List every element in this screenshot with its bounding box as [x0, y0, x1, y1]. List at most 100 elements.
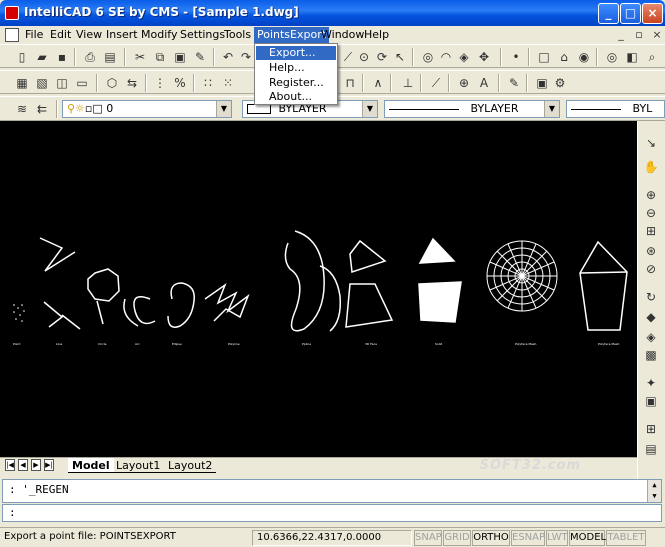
- zoom-extents-icon[interactable]: ⊛: [643, 243, 659, 259]
- command-history[interactable]: : '_REGEN ▲ ▼: [2, 479, 662, 503]
- chevron-down-icon[interactable]: ▼: [544, 101, 559, 117]
- point-icon[interactable]: •: [508, 49, 524, 65]
- block-icon[interactable]: ▭: [74, 75, 90, 91]
- pan-icon[interactable]: ✋: [643, 159, 659, 175]
- array-icon[interactable]: ⋮: [152, 75, 168, 91]
- properties-icon[interactable]: ✦: [643, 375, 659, 391]
- first-tab-icon[interactable]: |◀: [5, 459, 15, 471]
- table-icon[interactable]: ⊞: [643, 421, 659, 437]
- zoom-realtime-icon[interactable]: ↘: [643, 135, 659, 151]
- lineweight-dropdown[interactable]: BYL: [566, 100, 665, 118]
- print-preview-icon[interactable]: ▤: [102, 49, 118, 65]
- zoom-previous-icon[interactable]: ⊘: [643, 261, 659, 277]
- model-toggle[interactable]: MODEL: [569, 530, 606, 546]
- paste-icon[interactable]: ▣: [172, 49, 188, 65]
- snap-icon[interactable]: ⟋: [340, 49, 356, 65]
- tab-model[interactable]: Model: [68, 458, 114, 473]
- hatch-icon[interactable]: ▧: [34, 75, 50, 91]
- quadrant-icon[interactable]: ◈: [456, 49, 472, 65]
- last-tab-icon[interactable]: ▶|: [44, 459, 54, 471]
- save-icon[interactable]: ▪: [54, 49, 70, 65]
- ortho-toggle[interactable]: ORTHO: [472, 530, 510, 546]
- close-button[interactable]: ×: [642, 3, 663, 24]
- lwt-toggle[interactable]: LWT: [546, 530, 568, 546]
- print-icon[interactable]: ⎙: [82, 49, 98, 65]
- dots-icon[interactable]: ∷: [200, 75, 216, 91]
- doc-minimize-icon[interactable]: _: [614, 28, 628, 41]
- doc-restore-icon[interactable]: ▫: [632, 28, 646, 41]
- cube-icon[interactable]: ▣: [643, 393, 659, 409]
- menu-insert[interactable]: Insert: [103, 27, 141, 43]
- layer-dropdown[interactable]: ⚲☼▫□ 0 ▼: [62, 100, 232, 118]
- esnap-toggle[interactable]: ESNAP: [511, 530, 545, 546]
- pick-icon[interactable]: ↖: [392, 49, 408, 65]
- percent-icon[interactable]: %: [172, 75, 188, 91]
- maximize-button[interactable]: □: [620, 3, 641, 24]
- menu-view[interactable]: View: [73, 27, 105, 43]
- layer-manager-icon[interactable]: ≋: [14, 101, 30, 117]
- menu-export[interactable]: Export...: [256, 46, 336, 60]
- polygon-icon[interactable]: ⬡: [104, 75, 120, 91]
- mirror-icon[interactable]: ⇆: [124, 75, 140, 91]
- menu-edit[interactable]: Edit: [47, 27, 74, 43]
- frame-icon[interactable]: ▣: [534, 75, 550, 91]
- document-icon[interactable]: [5, 28, 19, 42]
- center-icon[interactable]: ◎: [420, 49, 436, 65]
- leader-icon[interactable]: ⟋: [428, 75, 444, 91]
- command-scrollbar[interactable]: ▲ ▼: [647, 480, 661, 502]
- chevron-down-icon[interactable]: ▼: [362, 101, 377, 117]
- cut-icon[interactable]: ✂: [132, 49, 148, 65]
- undo-icon[interactable]: ↶: [220, 49, 236, 65]
- open-icon[interactable]: ▰: [34, 49, 50, 65]
- tolerance-icon[interactable]: ⊕: [456, 75, 472, 91]
- eye-icon[interactable]: ◉: [576, 49, 592, 65]
- dimension-icon[interactable]: ⊓: [342, 75, 358, 91]
- next-tab-icon[interactable]: ▶: [31, 459, 41, 471]
- script-icon[interactable]: ▤: [643, 441, 659, 457]
- match-properties-icon[interactable]: ✎: [192, 49, 208, 65]
- tab-layout2[interactable]: Layout2: [164, 458, 217, 473]
- copy-icon[interactable]: ⧉: [152, 49, 168, 65]
- region-icon[interactable]: ◫: [54, 75, 70, 91]
- prev-tab-icon[interactable]: ◀: [18, 459, 28, 471]
- tablet-toggle[interactable]: TABLET: [606, 530, 646, 546]
- more-icon[interactable]: ⌕: [644, 49, 660, 65]
- target-icon[interactable]: ◎: [604, 49, 620, 65]
- menu-help[interactable]: Help: [361, 27, 392, 43]
- doc-close-icon[interactable]: ×: [650, 28, 664, 41]
- shade-icon[interactable]: ◈: [643, 329, 659, 345]
- insertion-icon[interactable]: ✥: [476, 49, 492, 65]
- settings-icon[interactable]: ⚙: [552, 75, 568, 91]
- esnap-icon[interactable]: ⊙: [356, 49, 372, 65]
- menu-help-item[interactable]: Help...: [256, 61, 336, 75]
- pencil-icon[interactable]: ✎: [506, 75, 522, 91]
- baseline-icon[interactable]: ⊥: [400, 75, 416, 91]
- layer-previous-icon[interactable]: ⇇: [34, 101, 50, 117]
- minimize-button[interactable]: _: [598, 3, 619, 24]
- arc-snap-icon[interactable]: ◠: [438, 49, 454, 65]
- zoom-window-icon[interactable]: ⊞: [643, 223, 659, 239]
- zoom-out-icon[interactable]: ⊖: [643, 205, 659, 221]
- grid-toggle[interactable]: GRID: [443, 530, 471, 546]
- menu-about[interactable]: About...: [256, 90, 336, 104]
- menu-window[interactable]: Window: [318, 27, 367, 43]
- tab-layout1[interactable]: Layout1: [112, 458, 165, 473]
- text-style-icon[interactable]: A: [476, 75, 492, 91]
- menu-register[interactable]: Register...: [256, 76, 336, 90]
- new-icon[interactable]: ▯: [14, 49, 30, 65]
- app-icon[interactable]: [5, 6, 19, 20]
- edit-icon[interactable]: ◧: [624, 49, 640, 65]
- menu-tools[interactable]: Tools: [221, 27, 254, 43]
- orbit-icon[interactable]: ↻: [643, 289, 659, 305]
- drawing-canvas[interactable]: Point Line Circle Arc Ellipse Polyline P…: [0, 121, 637, 457]
- layers-icon[interactable]: ▩: [643, 347, 659, 363]
- command-input[interactable]: :: [2, 504, 662, 522]
- linetype-dropdown[interactable]: BYLAYER ▼: [384, 100, 560, 118]
- tracking-icon[interactable]: ⟳: [374, 49, 390, 65]
- redo-icon[interactable]: ↷: [238, 49, 254, 65]
- render-icon[interactable]: ◆: [643, 309, 659, 325]
- rectangle-icon[interactable]: □: [536, 49, 552, 65]
- menu-file[interactable]: File: [22, 27, 46, 43]
- snap-toggle[interactable]: SNAP: [414, 530, 442, 546]
- scatter-icon[interactable]: ⁙: [220, 75, 236, 91]
